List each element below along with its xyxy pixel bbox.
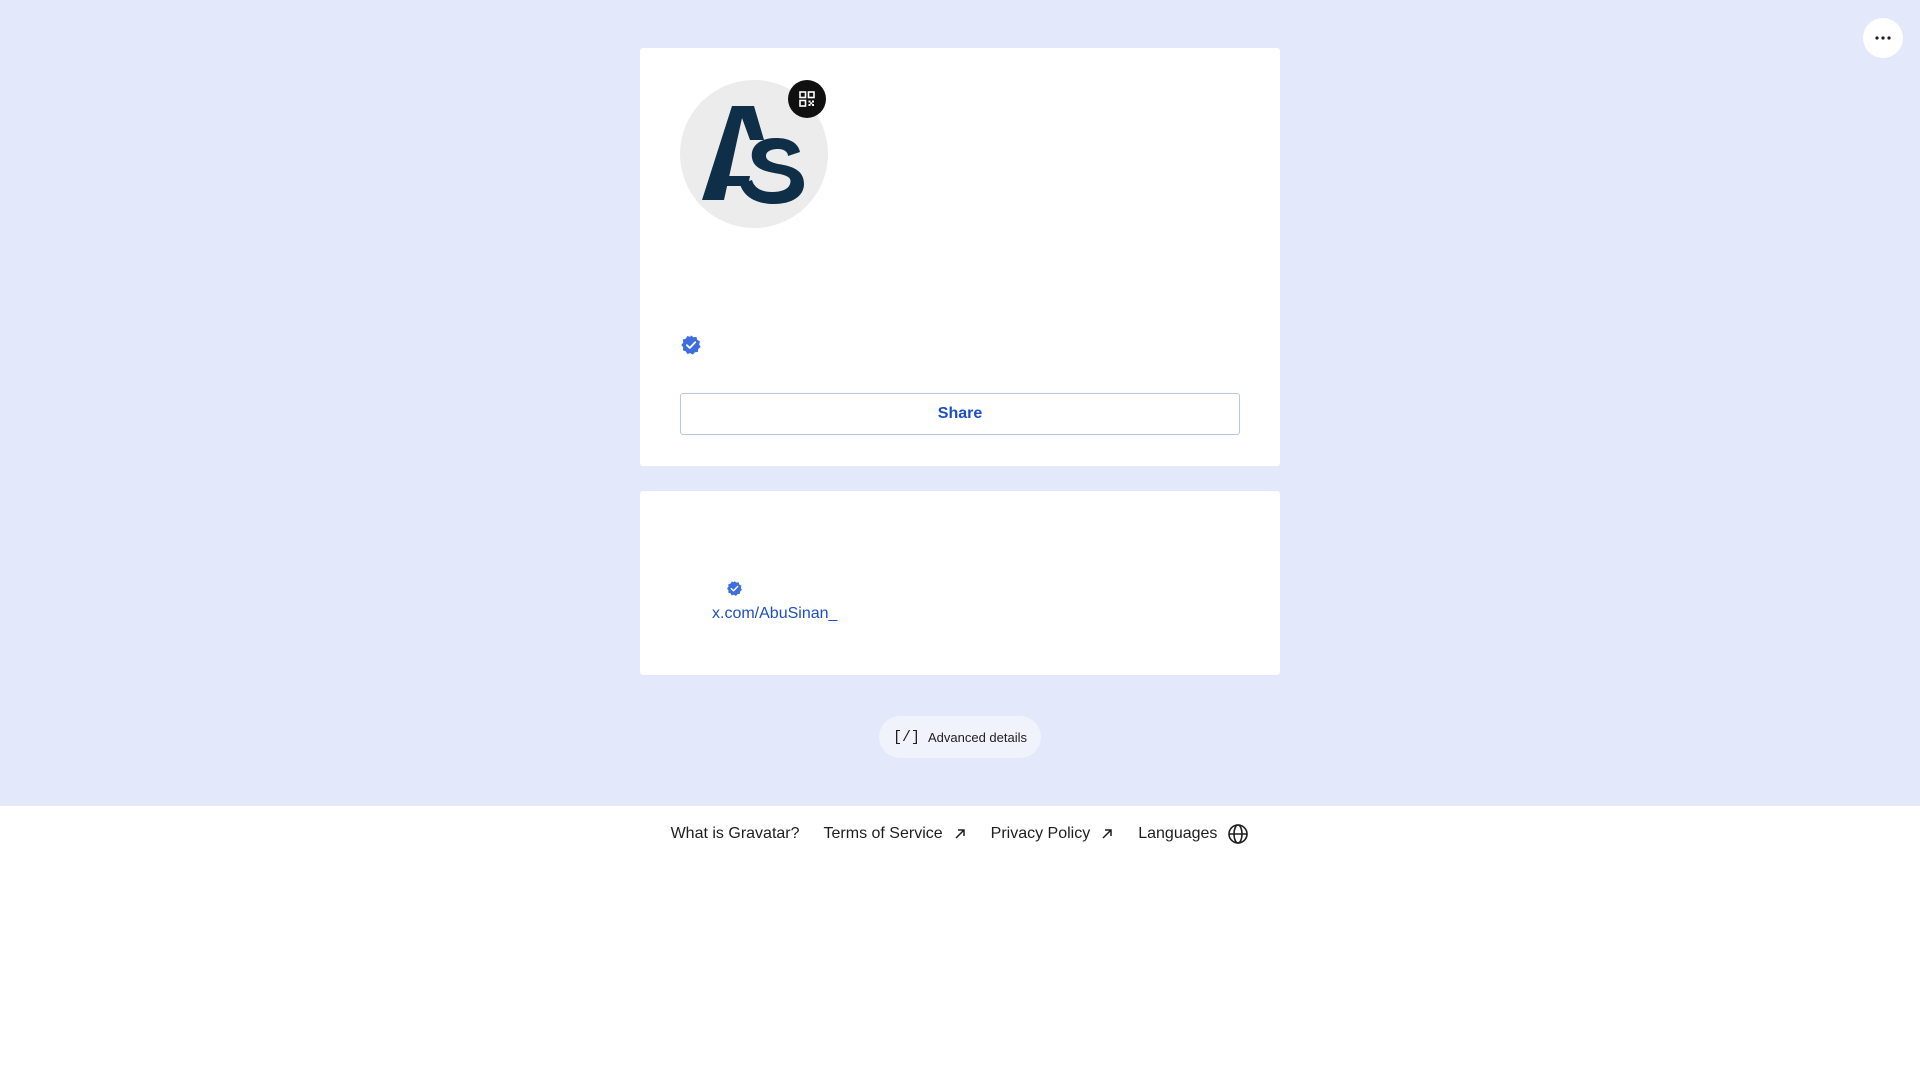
footer-link-label: Languages (1138, 825, 1218, 842)
code-brackets-icon: [/] (892, 728, 920, 746)
verified-badge-icon (681, 335, 701, 355)
footer-link-label: Privacy Policy (990, 825, 1091, 842)
footer-link-terms[interactable]: Terms of Service (824, 825, 967, 843)
page-background: Share x.com/AbuSinan_ [/] Advanced detai… (0, 0, 1920, 806)
qr-code-button[interactable] (788, 80, 826, 118)
verified-accounts-card: x.com/AbuSinan_ (640, 491, 1280, 675)
footer-link-languages[interactable]: Languages (1138, 823, 1249, 845)
profile-card: Share (640, 48, 1280, 466)
verified-badge-icon (727, 581, 742, 596)
external-arrow-icon (955, 829, 965, 839)
footer-link-privacy[interactable]: Privacy Policy (991, 825, 1115, 843)
qr-code-icon (799, 91, 815, 107)
footer-link-what-is-gravatar[interactable]: What is Gravatar? (671, 825, 800, 843)
external-arrow-icon (1102, 829, 1112, 839)
x-account-link[interactable]: x.com/AbuSinan_ (712, 605, 837, 623)
more-options-button[interactable] (1863, 18, 1903, 58)
share-button[interactable]: Share (680, 393, 1240, 435)
advanced-details-label: Advanced details (928, 729, 1028, 745)
footer-link-label: What is Gravatar? (670, 825, 800, 842)
advanced-details-button[interactable]: [/] Advanced details (879, 716, 1041, 758)
footer: What is Gravatar? Terms of Service Priva… (0, 806, 1920, 862)
globe-icon (1228, 824, 1249, 844)
avatar-container (680, 80, 828, 228)
footer-link-label: Terms of Service (823, 825, 943, 842)
more-horizontal-icon (1875, 36, 1891, 40)
